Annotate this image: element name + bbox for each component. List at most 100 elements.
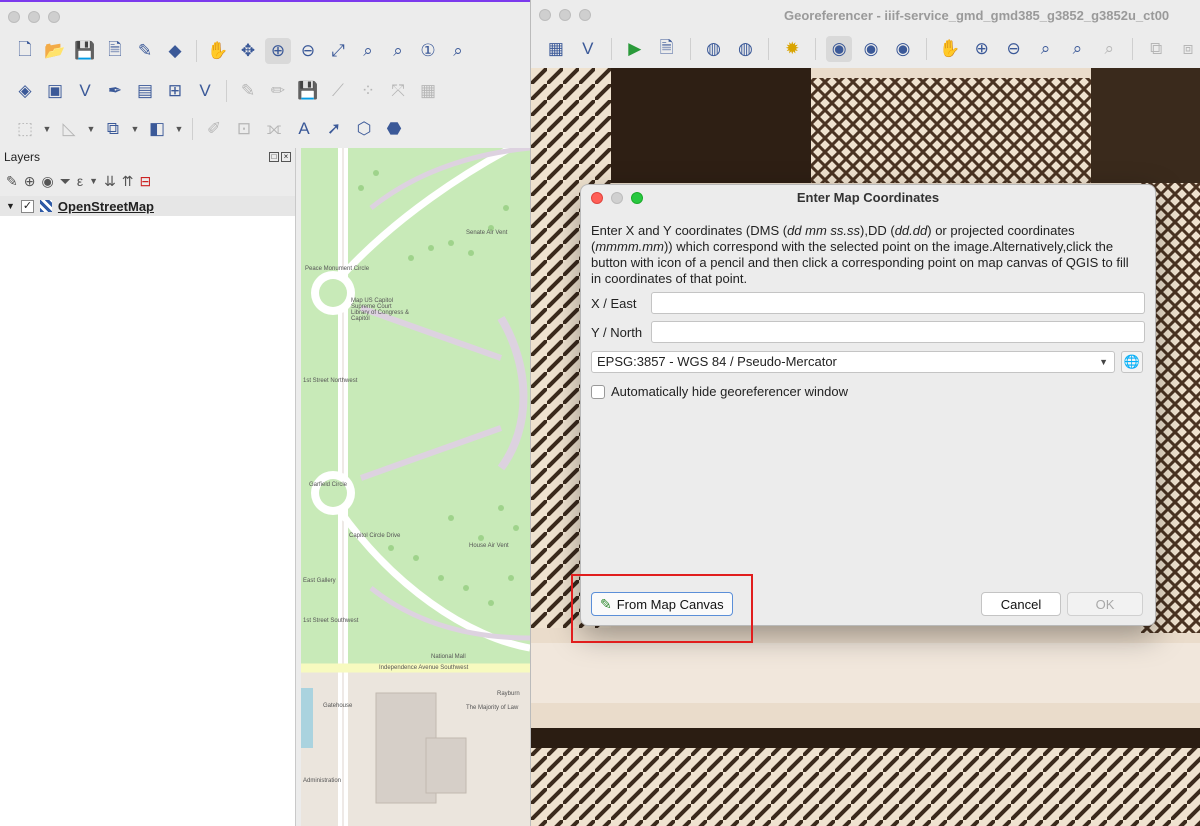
save-gcp-icon[interactable]: ◍ (732, 36, 758, 62)
filter-expression-icon[interactable]: ε (77, 173, 83, 189)
zoom-last-icon[interactable]: ⌕ (445, 38, 471, 64)
pan-hand-icon[interactable]: ✋ (937, 36, 963, 62)
add-vertex-icon[interactable]: V (72, 78, 98, 104)
close-window-button[interactable] (8, 11, 20, 23)
zoom-next-icon[interactable]: ⌕ (1096, 36, 1122, 62)
zoom-native-icon[interactable]: ① (415, 38, 441, 64)
zoom-full-icon[interactable]: ⤢ (325, 38, 351, 64)
raster-layer-icon (39, 200, 52, 212)
toggle-edit-icon[interactable]: ✏ (265, 78, 291, 104)
crs-select[interactable]: EPSG:3857 - WGS 84 / Pseudo-Mercator ▼ (591, 351, 1115, 373)
move-point-icon[interactable]: ◉ (890, 36, 916, 62)
zoom-selection-icon[interactable]: ⌕ (355, 38, 381, 64)
open-raster-icon[interactable]: ▦ (543, 36, 569, 62)
new-project-icon[interactable]: 🗋 (12, 38, 38, 64)
link-georef-icon[interactable]: ⧉ (1143, 36, 1169, 62)
chevron-down-icon: ▼ (1099, 357, 1108, 367)
zoom-out-icon[interactable]: ⊖ (295, 38, 321, 64)
link-qgis-icon[interactable]: ⧈ (1175, 36, 1200, 62)
select-features-icon[interactable]: ⬚ (12, 116, 38, 142)
digitize-icon[interactable]: ✒ (102, 78, 128, 104)
pan-to-selection-icon[interactable]: ✥ (235, 38, 261, 64)
chevron-down-icon[interactable]: ▼ (174, 124, 184, 134)
collapse-all-icon[interactable]: ⇈ (122, 173, 134, 190)
start-georeferencing-icon[interactable]: ▶ (622, 36, 648, 62)
vertex-tool-icon[interactable]: ⁘ (355, 78, 381, 104)
pan-hand-icon[interactable]: ✋ (205, 38, 231, 64)
highlight-icon[interactable]: ◧ (144, 116, 170, 142)
new-print-layout-icon[interactable]: 🗎 (102, 38, 128, 64)
style-panel-icon[interactable]: ✎ (6, 173, 18, 190)
open-project-icon[interactable]: 📂 (42, 38, 68, 64)
add-wms-icon[interactable]: V (192, 78, 218, 104)
add-point-icon[interactable]: ◉ (826, 36, 853, 62)
node-tool-icon[interactable]: ⬡ (351, 116, 377, 142)
delete-selected-icon[interactable]: ▦ (415, 78, 441, 104)
toolbar-separator (925, 38, 927, 60)
zoom-layer-icon[interactable]: ⌕ (385, 38, 411, 64)
save-edits-icon[interactable]: 💾 (295, 78, 321, 104)
auto-hide-label: Automatically hide georeferencer window (611, 384, 849, 399)
zoom-window-button[interactable] (48, 11, 60, 23)
float-panel-icon[interactable]: □ (269, 152, 279, 162)
remove-layer-icon[interactable]: ⊟ (140, 173, 152, 190)
close-panel-icon[interactable]: × (281, 152, 291, 162)
cancel-button[interactable]: Cancel (981, 592, 1061, 616)
add-mesh-icon[interactable]: ⊞ (162, 78, 188, 104)
add-vector-icon[interactable]: ▣ (42, 78, 68, 104)
add-group-icon[interactable]: ⊕ (24, 173, 36, 190)
chevron-down-icon[interactable]: ▼ (89, 176, 98, 186)
pin-labels-icon[interactable]: ⊡ (231, 116, 257, 142)
move-label-icon[interactable]: ⟗ (261, 116, 287, 142)
filter-legend-icon[interactable]: ⏷ (60, 173, 71, 190)
auto-hide-checkbox[interactable] (591, 384, 605, 399)
close-dialog-button[interactable] (591, 192, 603, 204)
style-manager-icon[interactable]: ◆ (162, 38, 188, 64)
open-gcp-icon[interactable]: V (575, 36, 601, 62)
zoom-in-icon[interactable]: ⊕ (265, 38, 291, 64)
layer-name[interactable]: OpenStreetMap (58, 199, 154, 214)
zoom-in-icon[interactable]: ⊕ (969, 36, 995, 62)
modify-attributes-icon[interactable]: ⤧ (385, 78, 411, 104)
delete-point-icon[interactable]: ◉ (858, 36, 884, 62)
visibility-eye-icon[interactable]: ◉ (41, 173, 53, 190)
y-north-input[interactable] (651, 321, 1145, 343)
chevron-down-icon[interactable]: ▼ (42, 124, 52, 134)
label-abc-icon[interactable]: A (291, 116, 317, 142)
desc-text: ),DD ( (860, 223, 895, 238)
map-canvas[interactable]: Senate Air Vent Peace Monument Circle Ma… (301, 148, 530, 826)
ok-button[interactable]: OK (1067, 592, 1143, 616)
desc-text: )) which correspond with the selected po… (591, 239, 1129, 286)
chevron-down-icon[interactable]: ▼ (86, 124, 96, 134)
auto-hide-option[interactable]: Automatically hide georeferencer window (591, 384, 848, 399)
layers-panel-title: Layers (4, 150, 41, 164)
select-by-area-icon[interactable]: ◺ (56, 116, 82, 142)
minimize-window-button[interactable] (28, 11, 40, 23)
add-line-icon[interactable]: ⟋ (325, 78, 351, 104)
zoom-last-icon[interactable]: ⌕ (1064, 36, 1090, 62)
layer-visibility-checkbox[interactable]: ✓ (20, 199, 34, 213)
crs-selector-globe-icon[interactable]: 🌐 (1121, 351, 1143, 373)
qgis-window-controls (8, 11, 60, 23)
zoom-dialog-button[interactable] (631, 192, 643, 204)
transformation-settings-icon[interactable]: ✹ (779, 36, 805, 62)
save-project-icon[interactable]: 💾 (72, 38, 98, 64)
chevron-down-icon[interactable]: ▼ (6, 201, 15, 211)
edit-pencil-icon[interactable]: ✎ (235, 78, 261, 104)
zoom-layer-icon[interactable]: ⌕ (1033, 36, 1059, 62)
load-gcp-icon[interactable]: ◍ (701, 36, 727, 62)
deselect-features-icon[interactable]: ⧉ (100, 116, 126, 142)
add-layer-icon[interactable]: ◈ (12, 78, 38, 104)
generate-script-icon[interactable]: 🗎 (654, 36, 680, 62)
expand-all-icon[interactable]: ⇊ (104, 173, 116, 190)
layer-row-openstreetmap[interactable]: ▼ ✓ OpenStreetMap (0, 196, 295, 216)
x-east-input[interactable] (651, 292, 1145, 314)
pointer-icon[interactable]: ➚ (321, 116, 347, 142)
reshape-icon[interactable]: ⬣ (381, 116, 407, 142)
add-virtual-layer-icon[interactable]: ▤ (132, 78, 158, 104)
layout-manager-icon[interactable]: ✎ (132, 38, 158, 64)
chevron-down-icon[interactable]: ▼ (130, 124, 140, 134)
label-tool-icon[interactable]: ✐ (201, 116, 227, 142)
zoom-out-icon[interactable]: ⊖ (1001, 36, 1027, 62)
georeferencer-toolbar: ▦ V ▶ 🗎 ◍ ◍ ✹ ◉ ◉ ◉ ✋ ⊕ ⊖ ⌕ ⌕ ⌕ ⧉ ⧈ (531, 32, 1200, 66)
